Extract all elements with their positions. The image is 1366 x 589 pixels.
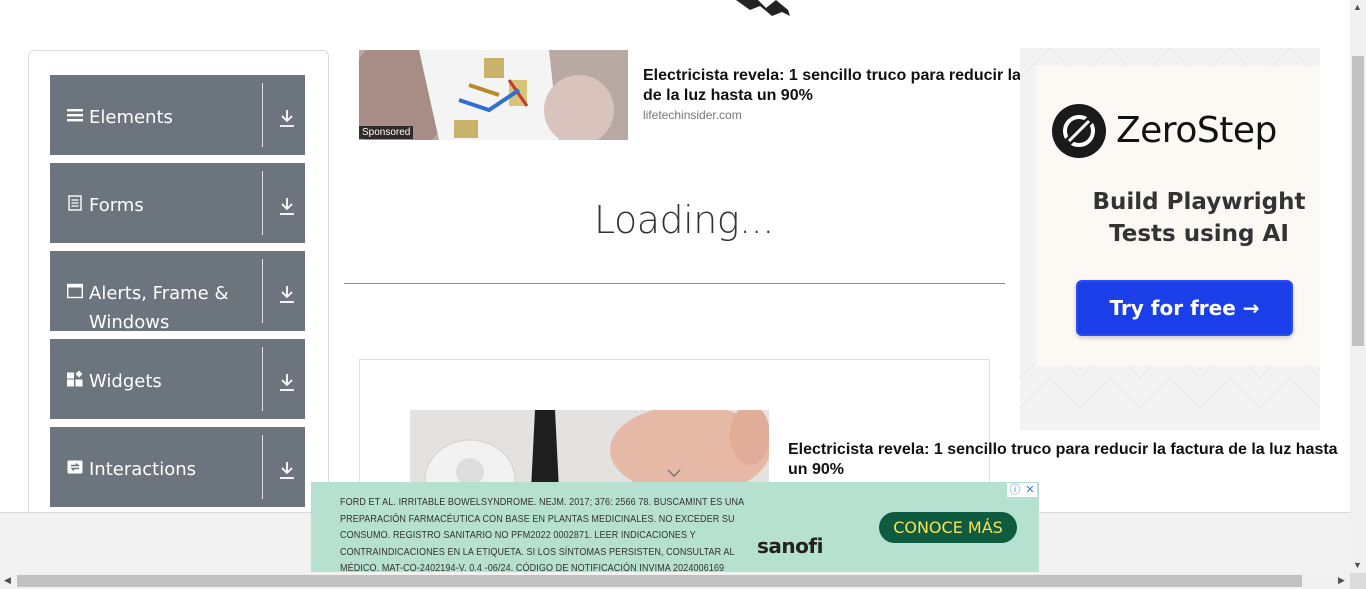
try-for-free-button[interactable]: Try for free → <box>1076 280 1293 336</box>
menu-icon <box>67 109 83 122</box>
sidebar-group-label: Interactions <box>89 459 197 480</box>
interactions-icon <box>67 460 83 474</box>
scrollbar-corner <box>1350 573 1366 589</box>
scroll-left-icon[interactable]: ◀ <box>4 575 11 586</box>
sidebar-group-label: Widgets <box>89 371 162 392</box>
scroll-right-icon[interactable]: ▶ <box>1338 575 1345 586</box>
ad-headline: Build Playwright Tests using AI <box>1092 189 1306 247</box>
ad-title[interactable]: Electricista revela: 1 sencillo truco pa… <box>788 440 1353 480</box>
zerostep-logo-icon <box>1052 104 1106 158</box>
divider <box>262 435 263 499</box>
vertical-scrollbar-thumb[interactable] <box>1352 56 1364 346</box>
divider <box>262 347 263 411</box>
sponsored-label: Sponsored <box>359 126 414 139</box>
ad-card: ZeroStep Build Playwright Tests using AI… <box>1036 66 1320 366</box>
site-logo-fragment <box>736 0 790 16</box>
loading-text: Loading... <box>594 198 774 242</box>
sidebar-group-alerts[interactable]: Alerts, Frame & Windows <box>50 251 305 333</box>
zerostep-ad[interactable]: ZeroStep Build Playwright Tests using AI… <box>1020 48 1320 430</box>
close-icon[interactable]: ✕ <box>1025 484 1034 496</box>
scroll-down-icon[interactable]: ▼ <box>1353 560 1362 570</box>
ad-title[interactable]: Electricista revela: 1 sencillo truco pa… <box>643 66 1023 86</box>
widgets-icon <box>67 371 83 387</box>
sanofi-ad[interactable]: FORD ET AL. IRRITABLE BOWELSYNDROME. NEJ… <box>311 482 1039 574</box>
sidebar-group-label: Forms <box>89 195 144 216</box>
ad-title-line2[interactable]: de la luz hasta un 90% <box>643 86 813 106</box>
divider <box>262 259 263 323</box>
divider <box>344 283 1005 284</box>
sidebar-group-label: Alerts, Frame & Windows <box>89 283 229 333</box>
sidebar-group-widgets[interactable]: Widgets <box>50 339 305 419</box>
sidebar-group-elements[interactable]: Elements <box>50 75 305 155</box>
ad-disclaimer: FORD ET AL. IRRITABLE BOWELSYNDROME. NEJ… <box>340 496 744 574</box>
info-icon[interactable]: ⓘ <box>1009 484 1020 496</box>
sanofi-logo: sanofi <box>757 534 823 558</box>
sidebar: Elements Forms Alerts, Frame & Windows W… <box>28 50 329 530</box>
ad-domain[interactable]: lifetechinsider.com <box>643 108 742 122</box>
download-icon[interactable] <box>278 284 296 304</box>
download-icon[interactable] <box>278 460 296 480</box>
window-icon <box>67 283 83 299</box>
scroll-up-icon[interactable]: ▲ <box>1353 2 1362 12</box>
download-icon[interactable] <box>278 108 296 128</box>
download-icon[interactable] <box>278 196 296 216</box>
divider <box>262 83 263 147</box>
sidebar-group-forms[interactable]: Forms <box>50 163 305 243</box>
adchoices[interactable]: ⓘ ✕ <box>1007 483 1037 497</box>
download-icon[interactable] <box>278 372 296 392</box>
sidebar-group-interactions[interactable]: Interactions <box>50 427 305 507</box>
divider <box>262 171 263 235</box>
document-icon <box>68 195 82 211</box>
conoce-mas-button[interactable]: CONOCE MÁS <box>879 512 1017 543</box>
horizontal-scrollbar-thumb[interactable] <box>17 575 1302 587</box>
sidebar-group-label: Elements <box>89 107 173 128</box>
zerostep-brand: ZeroStep <box>1116 110 1277 151</box>
